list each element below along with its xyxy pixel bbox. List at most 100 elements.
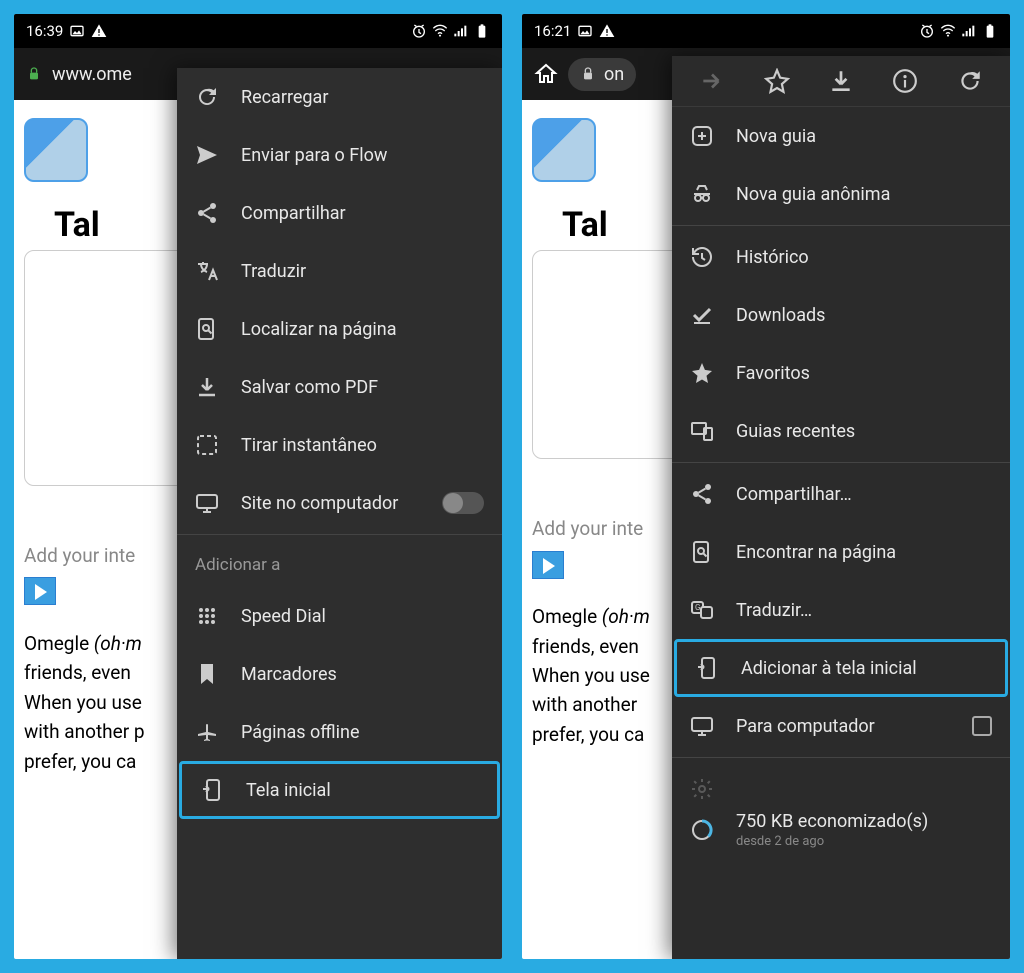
menu-saved-label: 750 KB economizado(s) [736,811,928,832]
menu-top-actions [672,56,1010,107]
battery-icon [474,23,490,39]
find-in-page-icon [195,317,219,341]
menu-history[interactable]: Histórico [672,228,1010,286]
reload-icon[interactable] [957,68,983,94]
warning-icon [599,23,615,39]
alarm-icon [411,23,427,39]
wifi-icon [940,23,956,39]
translate-icon [195,259,219,283]
snapshot-icon [195,433,219,457]
menu-translate[interactable]: G Traduzir… [672,581,1010,639]
share-icon [195,201,219,225]
site-logo [24,118,88,182]
menu-find-label: Localizar na página [241,319,397,340]
opera-menu-panel: Recarregar Enviar para o Flow Compartilh… [177,68,502,959]
menu-bookmarks[interactable]: Marcadores [177,645,502,703]
menu-translate-label: Traduzir… [736,600,812,621]
menu-settings-partial[interactable] [672,760,1010,805]
menu-desktop-label: Para computador [736,716,875,737]
menu-speeddial[interactable]: Speed Dial [177,587,502,645]
menu-flow[interactable]: Enviar para o Flow [177,126,502,184]
signal-icon [453,23,469,39]
menu-find-label: Encontrar na página [736,542,896,563]
incognito-icon [690,182,714,206]
play-icon[interactable] [24,577,56,605]
menu-bookmarks-label: Marcadores [241,664,337,685]
menu-desktop-label: Site no computador [241,493,398,514]
add-to-homescreen-icon [200,778,224,802]
data-saver-icon [690,818,714,842]
menu-saved-sublabel: desde 2 de ago [736,834,928,849]
menu-reload[interactable]: Recarregar [177,68,502,126]
menu-snapshot[interactable]: Tirar instantâneo [177,416,502,474]
menu-homescreen-label: Tela inicial [246,780,331,801]
menu-downloads[interactable]: Downloads [672,286,1010,344]
devices-icon [690,419,714,443]
menu-share[interactable]: Compartilhar… [672,465,1010,523]
lock-icon [26,66,42,82]
menu-incognito[interactable]: Nova guia anônima [672,165,1010,223]
desktop-icon [690,714,714,738]
menu-new-tab[interactable]: Nova guia [672,107,1010,165]
menu-desktop-site[interactable]: Site no computador [177,474,502,532]
menu-divider [672,757,1010,758]
menu-incognito-label: Nova guia anônima [736,184,890,205]
menu-favorites[interactable]: Favoritos [672,344,1010,402]
menu-homescreen[interactable]: Tela inicial [179,761,500,819]
send-icon [195,143,219,167]
menu-recent-tabs[interactable]: Guias recentes [672,402,1010,460]
find-in-page-icon [690,540,714,564]
download-icon [195,375,219,399]
addto-section-label: Adicionar a [177,537,502,587]
forward-icon[interactable] [699,68,725,94]
picture-icon [577,23,593,39]
star-icon[interactable] [764,68,790,94]
gear-icon [690,777,714,801]
bookmark-icon [195,662,219,686]
airplane-icon [195,720,219,744]
menu-add-to-homescreen[interactable]: Adicionar à tela inicial [674,639,1008,697]
menu-flow-label: Enviar para o Flow [241,145,387,166]
menu-find-in-page[interactable]: Encontrar na página [672,523,1010,581]
warning-icon [91,23,107,39]
desktop-icon [195,491,219,515]
svg-text:G: G [695,603,700,612]
history-icon [690,245,714,269]
menu-translate[interactable]: Traduzir [177,242,502,300]
menu-share-label: Compartilhar… [736,484,852,505]
phone-left-opera: 16:39 www.ome Tal Mobile vide feature. V… [14,14,502,959]
menu-data-saved[interactable]: 750 KB economizado(s) desde 2 de ago [672,805,1010,866]
translate-icon: G [690,598,714,622]
menu-speeddial-label: Speed Dial [241,606,326,627]
new-tab-icon [690,124,714,148]
menu-find[interactable]: Localizar na página [177,300,502,358]
picture-icon [69,23,85,39]
share-icon [690,482,714,506]
lock-icon [580,66,596,82]
menu-pdf[interactable]: Salvar como PDF [177,358,502,416]
info-icon[interactable] [892,68,918,94]
menu-share[interactable]: Compartilhar [177,184,502,242]
status-bar: 16:21 [522,14,1010,48]
menu-offline-label: Páginas offline [241,722,360,743]
download-icon[interactable] [828,68,854,94]
status-time: 16:39 [26,22,63,40]
status-bar: 16:39 [14,14,502,48]
menu-offline[interactable]: Páginas offline [177,703,502,761]
desktop-site-toggle[interactable] [442,492,484,514]
url-text: www.ome [52,64,132,85]
menu-pdf-label: Salvar como PDF [241,377,378,398]
menu-addhome-label: Adicionar à tela inicial [741,658,917,679]
reload-icon [195,85,219,109]
url-pill[interactable]: on [568,58,636,91]
desktop-site-checkbox[interactable] [972,716,992,736]
menu-recent-label: Guias recentes [736,421,855,442]
alarm-icon [919,23,935,39]
menu-divider [672,462,1010,463]
menu-desktop-site[interactable]: Para computador [672,697,1010,755]
menu-divider [177,534,502,535]
play-icon[interactable] [532,551,564,579]
menu-snapshot-label: Tirar instantâneo [241,435,377,456]
menu-divider [672,225,1010,226]
home-icon[interactable] [534,62,558,86]
